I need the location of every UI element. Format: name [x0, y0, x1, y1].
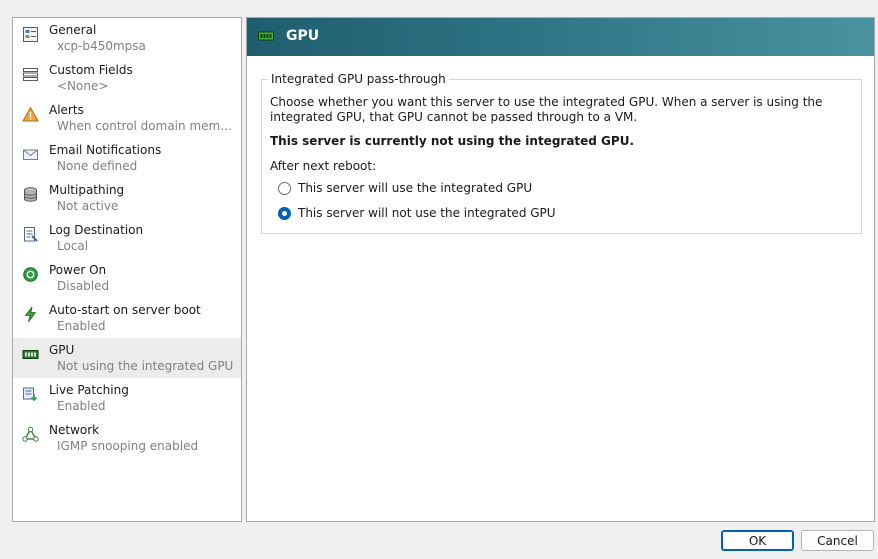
log-document-icon: [22, 226, 39, 243]
sidebar-item-title: Live Patching: [49, 383, 129, 397]
not-use-integrated-gpu-radio[interactable]: [278, 206, 291, 220]
sidebar-item-subtitle: Not active: [57, 199, 119, 213]
sidebar-item-title: Email Notifications: [49, 143, 162, 157]
sidebar-item-subtitle: Enabled: [57, 319, 106, 333]
sidebar-item-subtitle: IGMP snooping enabled: [57, 439, 199, 453]
integrated-gpu-group: Integrated GPU pass-through Choose wheth…: [261, 72, 862, 234]
cancel-button[interactable]: Cancel: [801, 530, 874, 551]
sidebar-item-network[interactable]: Network IGMP snooping enabled: [13, 418, 241, 458]
sidebar-item-alerts[interactable]: Alerts When control domain memory ...: [13, 98, 241, 138]
radio-label: This server will not use the integrated …: [298, 206, 556, 220]
sidebar-item-multipathing[interactable]: Multipathing Not active: [13, 178, 241, 218]
not-use-integrated-gpu-option[interactable]: This server will not use the integrated …: [278, 205, 556, 221]
sidebar-item-subtitle: None defined: [57, 159, 138, 173]
sidebar-item-power-on[interactable]: Power On Disabled: [13, 258, 241, 298]
gpu-status-text: This server is currently not using the i…: [270, 134, 635, 148]
alert-warning-icon: [22, 106, 39, 123]
use-integrated-gpu-option[interactable]: This server will use the integrated GPU: [278, 180, 532, 196]
general-properties-icon: [22, 26, 39, 43]
sidebar-item-title: Power On: [49, 263, 107, 277]
custom-fields-icon: [22, 66, 39, 83]
sidebar-item-custom-fields[interactable]: Custom Fields <None>: [13, 58, 241, 98]
network-icon: [22, 426, 39, 443]
gpu-card-icon: [22, 346, 39, 363]
lightning-icon: [22, 306, 39, 323]
sidebar-item-title: Auto-start on server boot: [49, 303, 201, 317]
sidebar-item-subtitle: xcp-b450mpsa: [57, 39, 146, 53]
sidebar-item-title: GPU: [49, 343, 75, 357]
radio-label: This server will use the integrated GPU: [298, 181, 533, 195]
sidebar-item-title: Log Destination: [49, 223, 144, 237]
properties-sidebar: General xcp-b450mpsa Custom Fields <None…: [12, 17, 242, 522]
use-integrated-gpu-radio[interactable]: [278, 181, 291, 195]
power-on-icon: [22, 266, 39, 283]
gpu-description: Choose whether you want this server to u…: [270, 95, 823, 124]
sidebar-item-subtitle: Local: [57, 239, 89, 253]
sidebar-item-subtitle: Not using the integrated GPU: [57, 359, 234, 373]
sidebar-item-email-notifications[interactable]: Email Notifications None defined: [13, 138, 241, 178]
sidebar-item-gpu[interactable]: GPU Not using the integrated GPU: [13, 338, 241, 378]
sidebar-item-log-destination[interactable]: Log Destination Local: [13, 218, 241, 258]
sidebar-item-title: Multipathing: [49, 183, 125, 197]
panel-header: GPU: [247, 18, 874, 56]
storage-disk-icon: [22, 186, 39, 203]
sidebar-item-subtitle: <None>: [57, 79, 109, 93]
sidebar-item-subtitle: When control domain memory ...: [57, 119, 239, 133]
email-icon: [22, 146, 39, 163]
sidebar-item-subtitle: Enabled: [57, 399, 106, 413]
sidebar-item-general[interactable]: General xcp-b450mpsa: [13, 18, 241, 58]
after-reboot-label: After next reboot:: [270, 159, 377, 173]
panel-title: GPU: [286, 28, 320, 44]
sidebar-item-title: Alerts: [49, 103, 84, 117]
gpu-settings-panel: GPU Integrated GPU pass-through Choose w…: [246, 17, 875, 522]
sidebar-item-title: Network: [49, 423, 100, 437]
gpu-card-icon: [258, 30, 274, 42]
live-patching-icon: [22, 386, 39, 403]
ok-button[interactable]: OK: [721, 530, 794, 551]
sidebar-item-live-patching[interactable]: Live Patching Enabled: [13, 378, 241, 418]
properties-dialog: General xcp-b450mpsa Custom Fields <None…: [0, 0, 878, 559]
group-title: Integrated GPU pass-through: [268, 72, 449, 86]
sidebar-item-auto-start[interactable]: Auto-start on server boot Enabled: [13, 298, 241, 338]
sidebar-item-title: Custom Fields: [49, 63, 133, 77]
sidebar-item-title: General: [49, 23, 97, 37]
sidebar-item-subtitle: Disabled: [57, 279, 110, 293]
